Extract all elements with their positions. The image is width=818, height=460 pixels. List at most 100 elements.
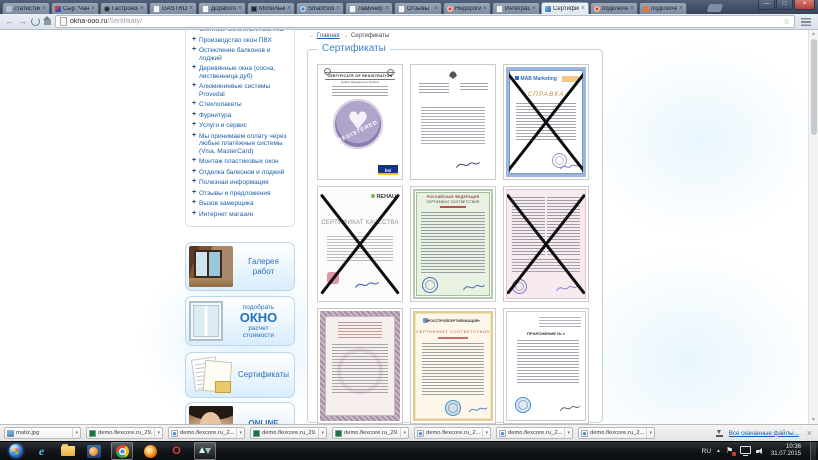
- browser-tab[interactable]: Ламиниров ×: [345, 2, 393, 14]
- sidebar-menu-link[interactable]: Отзывы и предложения: [192, 190, 291, 198]
- sidebar-menu-link[interactable]: Услуги и сервис: [192, 122, 291, 130]
- sidebar-menu-link[interactable]: Фурнитура: [192, 112, 291, 120]
- new-tab-button[interactable]: [707, 4, 724, 12]
- show-desktop-button[interactable]: [810, 442, 816, 460]
- action-center-flag-icon[interactable]: [726, 447, 735, 456]
- tab-close-icon[interactable]: ×: [42, 6, 46, 12]
- gallery-widget[interactable]: Галерея работ: [185, 242, 295, 291]
- sidebar-menu-link[interactable]: Остекление балконов и лоджий: [192, 47, 291, 62]
- download-caret-icon[interactable]: ▾: [564, 428, 570, 438]
- certificate-thumbnail[interactable]: [317, 308, 403, 424]
- sidebar-menu-link[interactable]: Интернет магазин: [192, 211, 291, 219]
- certificate-thumbnail[interactable]: РОССИЙСКАЯ ФЕДЕРАЦИЯ СЕРТИФИКАТ СООТВЕТС…: [410, 186, 496, 302]
- tab-close-icon[interactable]: ×: [581, 6, 585, 12]
- certificate-thumbnail[interactable]: СЕРТИФИКАТ КАЧЕСТВА REHAU: [317, 186, 403, 302]
- download-item[interactable]: demo.flexcore.ru_29....csv ▾: [250, 427, 327, 439]
- page-scrollbar[interactable]: ▲ ▼: [808, 30, 818, 424]
- browser-tab[interactable]: Мобильный ×: [247, 2, 295, 14]
- download-caret-icon[interactable]: ▾: [318, 428, 324, 438]
- taskbar-app-icon[interactable]: [59, 443, 76, 459]
- browser-tab[interactable]: Гастрономи ×: [100, 2, 148, 14]
- taskbar-clock[interactable]: 10:36 31.07.2015: [771, 444, 801, 458]
- taskbar-app-icon[interactable]: O: [168, 443, 185, 459]
- download-item[interactable]: demo.flexcore.ru_2...html ▾: [168, 427, 245, 439]
- volume-icon[interactable]: [756, 447, 764, 456]
- browser-menu-icon[interactable]: [801, 18, 811, 26]
- download-caret-icon[interactable]: ▾: [400, 428, 406, 438]
- sidebar-menu-link[interactable]: Деревянные окна (сосна, лиственница дуб): [192, 65, 291, 80]
- sidebar-menu-link[interactable]: Отделка балконов и лоджий: [192, 169, 291, 177]
- download-caret-icon[interactable]: ▾: [646, 428, 652, 438]
- certificate-thumbnail[interactable]: [410, 64, 496, 180]
- download-caret-icon[interactable]: ▾: [482, 428, 488, 438]
- online-consultant-widget[interactable]: ONLINE: [185, 402, 295, 424]
- scroll-up-icon[interactable]: ▲: [809, 31, 818, 37]
- download-caret-icon[interactable]: ▾: [154, 428, 160, 438]
- browser-tab[interactable]: Доработки ×: [198, 2, 246, 14]
- taskbar-app-icon[interactable]: [194, 442, 216, 460]
- sidebar-menu-link[interactable]: Монтаж пластиковых окон: [192, 158, 291, 166]
- tab-close-icon[interactable]: ×: [679, 6, 683, 12]
- browser-tab[interactable]: Сыр "Чанах ×: [51, 2, 99, 14]
- downloads-bar-close-icon[interactable]: ×: [807, 429, 812, 438]
- bookmark-star-icon[interactable]: ☆: [783, 18, 790, 26]
- network-icon[interactable]: [740, 446, 751, 454]
- browser-tab[interactable]: Сертификат ×: [541, 2, 589, 14]
- sidebar-menu-link[interactable]: Стеклопакеты: [192, 101, 291, 109]
- tab-close-icon[interactable]: ×: [385, 6, 389, 12]
- window-minimize-button[interactable]: —: [758, 0, 775, 10]
- scroll-down-icon[interactable]: ▼: [809, 417, 818, 423]
- certificate-thumbnail[interactable]: ПРИЛОЖЕНИЕ № 1: [503, 308, 589, 424]
- certificate-thumbnail[interactable]: [503, 186, 589, 302]
- browser-tab[interactable]: SmartSoluti ×: [296, 2, 344, 14]
- sidebar-menu-link[interactable]: Элитные окна MONTBLANC: [192, 30, 291, 34]
- tab-close-icon[interactable]: ×: [630, 6, 634, 12]
- browser-tab[interactable]: статистика ×: [2, 2, 50, 14]
- tab-close-icon[interactable]: ×: [434, 6, 438, 12]
- download-caret-icon[interactable]: ▾: [72, 428, 78, 438]
- tab-close-icon[interactable]: ×: [532, 6, 536, 12]
- browser-tab[interactable]: Отзывы ×: [394, 2, 442, 14]
- download-item[interactable]: demo.flexcore.ru_2...html ▾: [496, 427, 573, 439]
- tab-close-icon[interactable]: ×: [91, 6, 95, 12]
- forward-button[interactable]: →: [18, 17, 27, 26]
- taskbar-app-icon[interactable]: [111, 442, 133, 460]
- download-caret-icon[interactable]: ▾: [236, 428, 242, 438]
- tab-close-icon[interactable]: ×: [238, 6, 242, 12]
- window-calculator-widget[interactable]: подобрать ОКНО расчет стоимости: [185, 296, 295, 346]
- reload-icon[interactable]: [31, 17, 40, 26]
- window-maximize-button[interactable]: □: [776, 0, 793, 10]
- taskbar-app-icon[interactable]: [85, 443, 102, 459]
- taskbar-app-icon[interactable]: [7, 443, 24, 459]
- sidebar-menu-link[interactable]: Вызов замерщика: [192, 200, 291, 208]
- tab-close-icon[interactable]: ×: [483, 6, 487, 12]
- address-bar[interactable]: okna-ooo.ru/Sertifikaty/ ☆: [55, 15, 795, 28]
- certificates-widget[interactable]: Сертификаты: [185, 352, 295, 398]
- browser-tab[interactable]: подключени ×: [639, 2, 687, 14]
- certificate-thumbnail[interactable]: СПРАВКА MAB Marketing: [503, 64, 589, 180]
- tab-close-icon[interactable]: ×: [140, 6, 144, 12]
- show-all-downloads-link[interactable]: Все скачанные файлы...: [729, 430, 799, 437]
- taskbar-app-icon[interactable]: [142, 443, 159, 459]
- certificate-thumbnail[interactable]: «РОССТРОЙСЕРТИФИКАЦИЯ» СЕРТИФИКАТ СООТВЕ…: [410, 308, 496, 424]
- language-indicator[interactable]: RU: [702, 448, 711, 455]
- browser-tab[interactable]: подключени ×: [590, 2, 638, 14]
- sidebar-menu-link[interactable]: Алюминиевые системы Provedal: [192, 83, 291, 98]
- download-item[interactable]: demo.flexcore.ru_2...html ▾: [414, 427, 491, 439]
- back-button[interactable]: ←: [5, 17, 14, 26]
- sidebar-menu-link[interactable]: Мы принимаем оплату через любые платёжны…: [192, 133, 291, 156]
- home-icon[interactable]: [44, 20, 51, 25]
- tab-close-icon[interactable]: ×: [287, 6, 291, 12]
- browser-tab[interactable]: Интеграци ×: [492, 2, 540, 14]
- certificate-thumbnail[interactable]: CERTIFICATE OF REGISTRATION Quality Mana…: [317, 64, 403, 180]
- tray-expand-icon[interactable]: ▲: [716, 448, 721, 454]
- scrollbar-thumb[interactable]: [811, 39, 817, 135]
- sidebar-menu-link[interactable]: Производство окон ПВХ: [192, 37, 291, 45]
- breadcrumb-home-link[interactable]: Главная: [317, 33, 340, 39]
- download-item[interactable]: demo.flexcore.ru_2...html ▾: [578, 427, 655, 439]
- browser-tab[interactable]: Недорогие ×: [443, 2, 491, 14]
- window-close-button[interactable]: ×: [794, 0, 815, 10]
- download-item[interactable]: demo.flexcore.ru_29....csv ▾: [86, 427, 163, 439]
- tab-close-icon[interactable]: ×: [189, 6, 193, 12]
- sidebar-menu-link[interactable]: Полезная информация: [192, 179, 291, 187]
